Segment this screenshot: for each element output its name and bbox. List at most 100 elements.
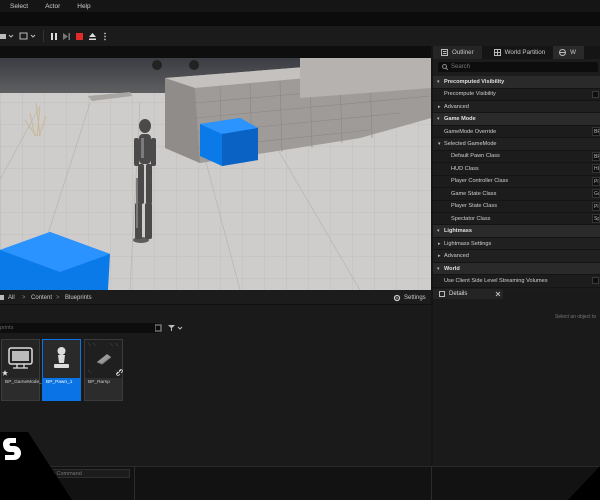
filter-icon[interactable]	[155, 324, 185, 333]
link-icon	[116, 369, 123, 376]
property-label: Use Client Side Level Streaming Volumes	[444, 277, 548, 284]
star-icon	[2, 370, 8, 376]
outliner-icon	[441, 49, 448, 56]
blueprint-dropdown-icon[interactable]	[19, 32, 39, 41]
chevron-right-icon[interactable]: ▸	[438, 253, 441, 259]
property-checkbox[interactable]	[592, 277, 599, 285]
property-checkbox[interactable]	[592, 90, 599, 98]
property-row: GameMode Override BP	[433, 126, 600, 139]
globe-icon	[559, 49, 567, 56]
asset-tile[interactable]: BP_GameMode_1	[1, 339, 45, 401]
close-icon[interactable]	[495, 291, 501, 297]
breadcrumb-separator-icon: >	[22, 295, 26, 301]
property-label: Selected GameMode	[444, 141, 497, 147]
tab-strip	[0, 12, 600, 26]
right-tab-bar: Outliner World Partition W	[433, 46, 600, 59]
world-settings-search[interactable]: Search	[438, 62, 598, 72]
asset-name: BP_GameMode_1	[5, 380, 45, 385]
asset-name: BP_Pawn_1	[46, 380, 73, 385]
chevron-right-icon[interactable]: ▸	[438, 241, 441, 247]
step-frame-icon[interactable]	[62, 32, 71, 41]
tab-world-partition-label: World Partition	[504, 49, 546, 56]
chevron-down-icon[interactable]: ▾	[437, 266, 440, 272]
property-label: World	[444, 265, 460, 272]
menu-help[interactable]: Help	[77, 3, 90, 10]
menu-actor[interactable]: Actor	[45, 3, 60, 10]
property-value-dropdown[interactable]: BP	[592, 151, 600, 161]
property-row[interactable]: ▸ Advanced	[433, 100, 600, 114]
property-label: Player State Class	[451, 203, 498, 210]
property-label: Game Mode	[444, 116, 476, 123]
tab-world-settings[interactable]: W	[553, 46, 584, 59]
property-value-dropdown[interactable]: Pl	[592, 201, 600, 211]
property-label: Advanced	[444, 253, 469, 260]
chevron-down-icon[interactable]: ▾	[438, 141, 441, 147]
breadcrumb-content[interactable]: Content	[31, 295, 52, 301]
property-label: Player Controller Class	[451, 178, 509, 185]
world-partition-icon	[493, 49, 501, 56]
details-icon	[439, 291, 445, 297]
property-label: Default Pawn Class	[451, 153, 500, 160]
property-row: Spectator Class Sp	[433, 213, 600, 226]
property-label: Lightmass	[444, 228, 472, 235]
more-options-icon[interactable]	[103, 32, 107, 41]
stop-icon[interactable]	[75, 32, 84, 41]
chevron-down-icon[interactable]: ▾	[437, 79, 440, 85]
breadcrumb-blueprints[interactable]: Blueprints	[65, 295, 92, 301]
search-icon	[442, 64, 448, 70]
property-row[interactable]: ▸ Lightmass Settings	[433, 237, 600, 251]
corner-logo	[568, 466, 600, 500]
tab-details-label: Details	[449, 291, 468, 297]
property-row: Default Pawn Class BP	[433, 151, 600, 164]
chevron-right-icon[interactable]: ▸	[438, 104, 441, 110]
menu-bar: Select Actor Help	[0, 0, 600, 12]
property-row[interactable]: ▸ Advanced	[433, 250, 600, 263]
menu-select[interactable]: Select	[10, 3, 28, 10]
chevron-down-icon[interactable]: ▾	[437, 116, 440, 122]
property-value-dropdown[interactable]: Pl	[592, 176, 600, 186]
property-label: Precomputed Visibility	[444, 78, 505, 85]
property-row: Player Controller Class Pl	[433, 176, 600, 189]
tab-world-partition[interactable]: World Partition	[482, 46, 553, 59]
chevron-down-icon[interactable]: ▾	[437, 228, 440, 234]
main-toolbar	[0, 26, 600, 46]
folder-icon	[0, 295, 4, 300]
breadcrumb-all[interactable]: All	[8, 295, 15, 301]
tab-details[interactable]: Details	[433, 289, 503, 299]
details-panel: Details Select an object to	[433, 289, 600, 466]
asset-tile[interactable]: BP_Ramp	[84, 339, 123, 401]
property-category[interactable]: ▾ Lightmass	[433, 225, 600, 238]
content-browser-header: All > Content > Blueprints Settings	[0, 290, 431, 305]
asset-thumbnail	[43, 340, 80, 378]
status-divider	[134, 466, 135, 500]
channel-logo	[0, 432, 72, 500]
level-viewport[interactable]	[0, 58, 431, 290]
pause-icon[interactable]	[50, 32, 58, 41]
mode-dropdown-icon[interactable]	[0, 32, 18, 41]
property-row: Player State Class Pl	[433, 201, 600, 213]
tab-outliner[interactable]: Outliner	[433, 46, 482, 59]
property-label: Advanced	[444, 103, 469, 110]
asset-tile-selected[interactable]: BP_Pawn_1	[42, 339, 81, 401]
asset-search-input[interactable]: prints	[0, 323, 160, 333]
property-value-dropdown[interactable]: Sp	[592, 214, 600, 224]
viewport-scene	[0, 58, 431, 290]
property-row[interactable]: ▾ Selected GameMode	[433, 138, 600, 151]
property-category[interactable]: ▾ Game Mode	[433, 113, 600, 126]
property-label: HUD Class	[451, 165, 479, 172]
property-category[interactable]: ▾ Precomputed Visibility	[433, 76, 600, 89]
property-value-dropdown[interactable]: Ga	[592, 189, 600, 199]
property-value-dropdown[interactable]: BP	[592, 127, 600, 137]
property-category[interactable]: ▾ World	[433, 262, 600, 276]
asset-search-placeholder: prints	[0, 325, 14, 331]
gear-icon[interactable]	[393, 294, 401, 302]
property-label: Lightmass Settings	[444, 240, 492, 247]
property-value-dropdown[interactable]: HU	[592, 164, 600, 174]
property-label: Precompute Visibility	[444, 91, 496, 98]
settings-button[interactable]: Settings	[404, 295, 426, 301]
property-row: Precompute Visibility	[433, 88, 600, 101]
eject-icon[interactable]	[88, 32, 97, 41]
property-label: Spectator Class	[451, 215, 491, 222]
search-placeholder: Search	[451, 64, 471, 70]
breadcrumb-separator-icon: >	[56, 295, 60, 301]
